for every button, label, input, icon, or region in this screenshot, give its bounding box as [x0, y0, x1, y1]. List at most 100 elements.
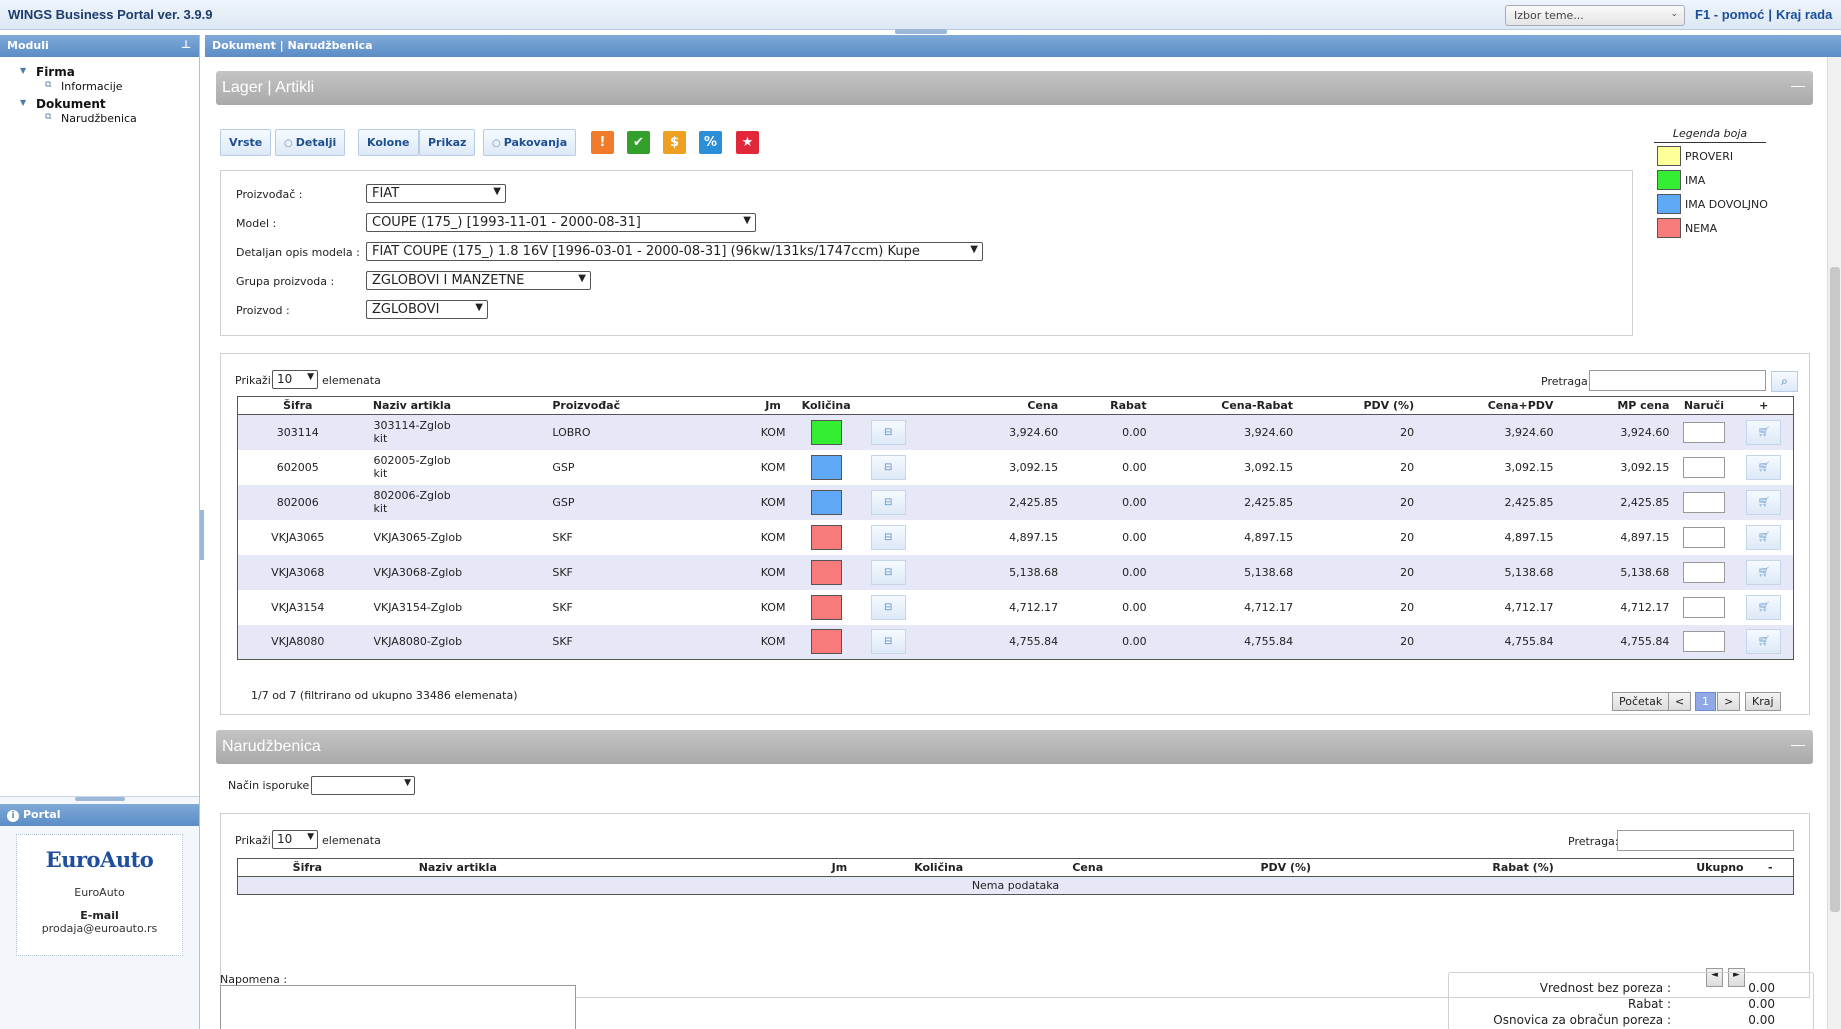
order-quantity-input[interactable]	[1682, 596, 1725, 618]
cart-icon[interactable]: 🛒︎	[1746, 629, 1782, 655]
cell-cena-pdv: 4,897.15	[1418, 519, 1558, 555]
table-row[interactable]: VKJA3068 VKJA3068-Zglob SKF KOM ⊟ 5,138.68 0.0…	[237, 554, 1794, 590]
pager-last-button[interactable]: Kraj	[1745, 692, 1781, 711]
table-header-row: Šifra Naziv artikla Jm Količina Cena PDV…	[237, 858, 1794, 877]
expand-triangle-icon[interactable]: ▼	[20, 98, 26, 107]
scrollbar-thumb[interactable]	[1830, 267, 1840, 912]
order-quantity-input[interactable]	[1682, 631, 1725, 653]
theme-select[interactable]: Izbor teme... ⌄	[1505, 5, 1685, 26]
cart-icon[interactable]: 🛒︎	[1746, 594, 1782, 620]
column-header: Cena-Rabat	[1150, 396, 1298, 415]
cart-icon[interactable]: 🛒︎	[1746, 454, 1782, 480]
cell-proizvodjac: SKF	[466, 589, 660, 625]
table-row[interactable]: VKJA3065 VKJA3065-Zglob SKF KOM ⊟ 4,897.15 0.0…	[237, 519, 1794, 555]
cell-cena: 3,092.15	[914, 449, 1063, 485]
cell-detail: ⊟	[861, 554, 915, 590]
note-textarea[interactable]	[220, 985, 576, 1029]
cart-icon[interactable]: 🛒︎	[1746, 419, 1782, 445]
search-icon[interactable]: ⌕	[1771, 371, 1798, 392]
proizvodjac-label: Proizvođač :	[236, 188, 303, 201]
cell-cena: 5,138.68	[914, 554, 1063, 590]
order-quantity-input[interactable]	[1682, 561, 1725, 583]
cell-proizvodjac: GSP	[466, 484, 660, 520]
table-row[interactable]: 802006 802006-Zglob kit GSP KOM ⊟ 2,425.85 0.0…	[237, 484, 1794, 520]
details-icon[interactable]: ⊟	[870, 454, 906, 480]
model-select[interactable]: COUPE (175_) [1993-11-01 - 2000-08-31] ▼	[366, 213, 756, 232]
search-input[interactable]	[1589, 370, 1766, 391]
details-icon[interactable]: ⊟	[870, 524, 906, 550]
cell-cart: 🛒︎	[1734, 589, 1794, 625]
chevron-down-icon: ⌄	[1670, 9, 1678, 19]
sidebar-split[interactable]	[0, 797, 199, 802]
cart-icon[interactable]: 🛒︎	[1746, 559, 1782, 585]
page-size-select[interactable]: 10 ▼	[272, 370, 318, 389]
grupa-proizvoda-select[interactable]: ZGLOBOVI I MANZETNE ▼	[366, 271, 591, 290]
proizvod-select[interactable]: ZGLOBOVI ▼	[366, 300, 488, 319]
cell-kolicina	[790, 589, 862, 625]
detalji-button[interactable]: ○ Detalji	[275, 129, 346, 156]
kolone-button[interactable]: Kolone	[358, 129, 419, 156]
remove-column-icon[interactable]: -	[1747, 858, 1794, 877]
details-icon[interactable]: ⊟	[870, 629, 906, 655]
legend-swatch	[1657, 194, 1681, 214]
pakovanja-button[interactable]: ○ Pakovanja	[483, 129, 577, 156]
tree-node-dokument[interactable]: ▼ Dokument	[18, 97, 199, 111]
column-header: Rabat (%)	[1488, 858, 1693, 877]
tree-node-firma[interactable]: ▼ Firma	[18, 65, 199, 79]
table-row[interactable]: VKJA3154 VKJA3154-Zglob SKF KOM ⊟ 4,712.17 0.0…	[237, 589, 1794, 625]
articles-table: Šifra Naziv artikla Proizvođač Jm Količi…	[237, 396, 1794, 660]
portal-email[interactable]: prodaja@euroauto.rs	[17, 922, 182, 935]
expand-triangle-icon[interactable]: ▼	[20, 66, 26, 75]
exclamation-icon[interactable]: !	[591, 131, 614, 154]
vertical-split-handle[interactable]	[200, 510, 204, 560]
order-quantity-input[interactable]	[1682, 421, 1725, 443]
proizvodjac-select[interactable]: FIAT ▼	[366, 184, 506, 203]
top-split-handle[interactable]	[895, 29, 947, 34]
detaljan-opis-select[interactable]: FIAT COUPE (175_) 1.8 16V [1996-03-01 - …	[366, 242, 983, 261]
cell-cena-pdv: 3,924.60	[1418, 414, 1558, 450]
collapse-icon[interactable]: —	[1791, 736, 1805, 752]
column-header: PDV (%)	[1297, 396, 1419, 415]
column-header: Jm	[827, 858, 911, 877]
pager-prev-button[interactable]: <	[1668, 692, 1692, 711]
lager-section-header[interactable]: Lager | Artikli —	[216, 71, 1813, 105]
details-icon[interactable]: ⊟	[870, 489, 906, 515]
tree-item-narudzbenica[interactable]: ⧉ Narudžbenica	[18, 112, 199, 125]
pager-first-button[interactable]: Početak	[1612, 692, 1670, 711]
order-quantity-input[interactable]	[1682, 526, 1725, 548]
page-size-select[interactable]: 10 ▼	[272, 830, 318, 849]
details-icon[interactable]: ⊟	[870, 559, 906, 585]
order-quantity-input[interactable]	[1682, 491, 1725, 513]
cell-kolicina	[790, 414, 862, 450]
table-row[interactable]: 602005 602005-Zglob kit GSP KOM ⊟ 3,092.15 0.0…	[237, 449, 1794, 485]
details-icon[interactable]: ⊟	[870, 419, 906, 445]
percent-icon[interactable]: %	[699, 131, 722, 154]
pin-icon[interactable]: ⊥	[181, 38, 191, 51]
show-suffix: elemenata	[322, 374, 381, 387]
table-row[interactable]: VKJA8080 VKJA8080-Zglob SKF KOM ⊟ 4,755.84 0.0…	[237, 624, 1794, 660]
pager-page-button[interactable]: 1	[1695, 692, 1716, 711]
exit-link[interactable]: Kraj rada	[1776, 7, 1832, 22]
check-icon[interactable]: ✔	[627, 131, 650, 154]
cell-rabat: 0.00	[1062, 624, 1151, 660]
cell-kolicina	[790, 484, 862, 520]
add-column-icon[interactable]: +	[1734, 396, 1794, 415]
column-header: Cena	[1068, 858, 1257, 877]
order-quantity-input[interactable]	[1682, 456, 1725, 478]
dollar-icon[interactable]: $	[663, 131, 686, 154]
help-link[interactable]: F1 - pomoć	[1695, 7, 1764, 22]
details-icon[interactable]: ⊟	[870, 594, 906, 620]
vrste-button[interactable]: Vrste	[220, 129, 272, 156]
cart-icon[interactable]: 🛒︎	[1746, 489, 1782, 515]
tree-item-informacije[interactable]: ⧉ Informacije	[18, 80, 199, 93]
order-search-input[interactable]	[1617, 830, 1794, 851]
table-row[interactable]: 303114 303114-Zglob kit LOBRO KOM ⊟ 3,924.60 0…	[237, 414, 1794, 450]
prikaz-button[interactable]: Prikaz	[419, 129, 476, 156]
star-icon[interactable]: ★	[736, 131, 759, 154]
narudzbenica-section-header[interactable]: Narudžbenica —	[216, 730, 1813, 764]
collapse-icon[interactable]: —	[1791, 77, 1805, 93]
delivery-select[interactable]: ▼	[311, 776, 415, 795]
pager-next-button[interactable]: >	[1717, 692, 1741, 711]
cart-icon[interactable]: 🛒︎	[1746, 524, 1782, 550]
main-scrollbar[interactable]	[1827, 57, 1841, 1029]
